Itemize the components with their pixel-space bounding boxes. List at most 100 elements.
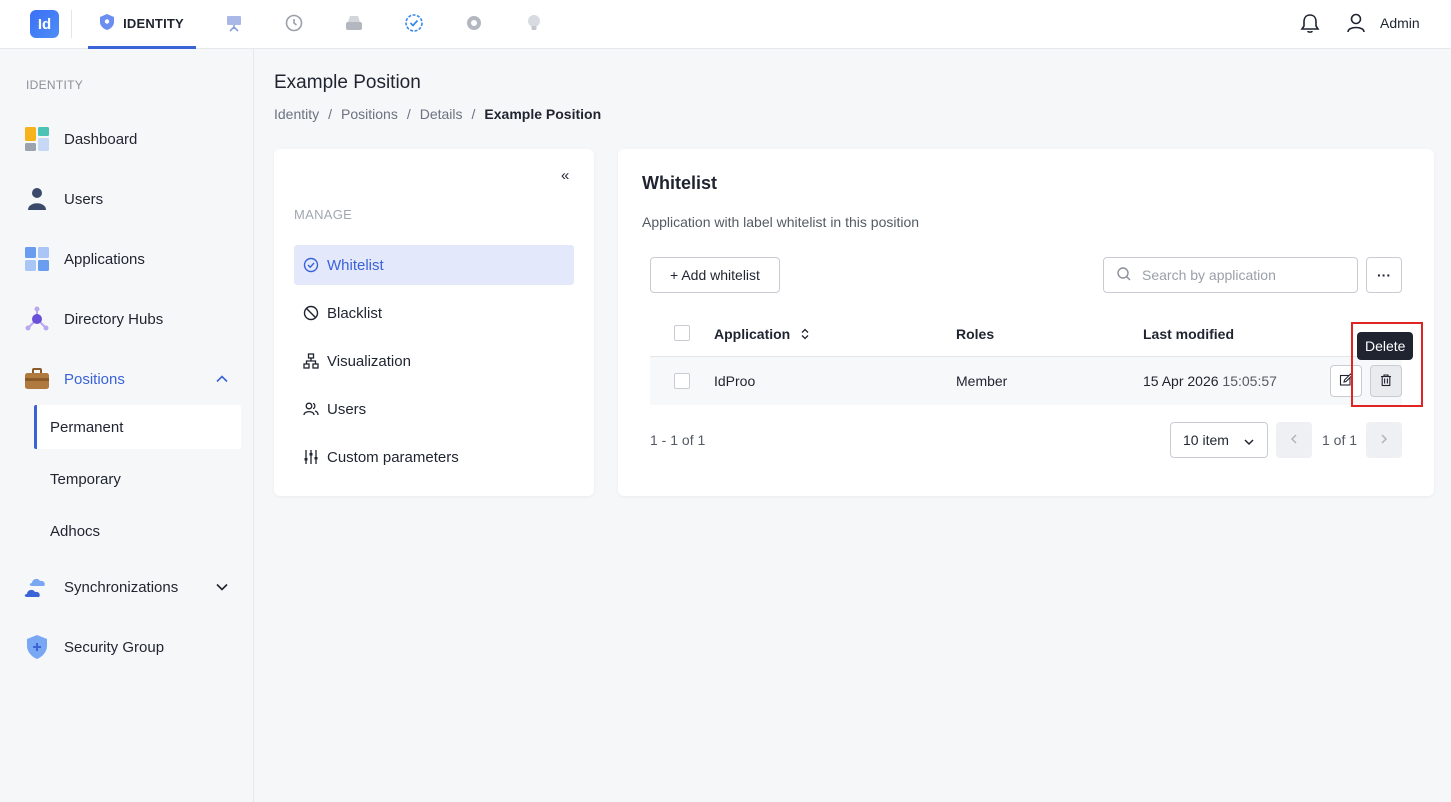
sidebar-item-label: Directory Hubs xyxy=(64,310,164,328)
sidebar-item-label: Synchronizations xyxy=(64,578,179,596)
column-header-last-modified: Last modified xyxy=(1143,326,1235,342)
collapse-button[interactable]: « xyxy=(561,167,569,184)
page-title: Example Position xyxy=(274,72,421,93)
divider xyxy=(71,10,72,38)
column-header-roles: Roles xyxy=(956,326,995,342)
page-size-value: 10 item xyxy=(1183,432,1229,448)
manage-item-whitelist[interactable]: Whitelist xyxy=(294,245,574,285)
sidebar-item-directory-hubs[interactable]: Directory Hubs xyxy=(24,302,239,336)
sidebar-item-label: Positions xyxy=(64,370,125,388)
next-page-button[interactable] xyxy=(1366,422,1402,458)
presentation-icon[interactable] xyxy=(223,12,245,34)
highlight-box xyxy=(1351,322,1423,407)
manage-item-label: Users xyxy=(327,400,367,418)
search-icon xyxy=(1116,266,1132,285)
cloud-sync-icon xyxy=(24,574,50,600)
breadcrumb: Identity / Positions / Details / Example… xyxy=(274,106,601,122)
breadcrumb-separator: / xyxy=(406,106,411,122)
manage-item-custom-parameters[interactable]: Custom parameters xyxy=(294,437,574,477)
user-icon xyxy=(24,186,50,212)
bell-icon[interactable] xyxy=(1299,12,1321,36)
sliders-icon xyxy=(303,449,319,465)
cell-application: IdProo xyxy=(714,373,756,389)
sidebar-subitem-temporary[interactable]: Temporary xyxy=(34,457,241,501)
table-header: Application Roles Last modified xyxy=(650,313,1402,357)
sort-icon[interactable] xyxy=(800,327,810,343)
more-options-button[interactable]: ··· xyxy=(1366,257,1402,293)
search-input[interactable] xyxy=(1142,267,1342,283)
row-checkbox[interactable] xyxy=(674,373,690,389)
chevron-up-icon[interactable] xyxy=(215,372,229,386)
user-avatar-icon[interactable] xyxy=(1345,11,1367,35)
applications-icon xyxy=(24,246,50,272)
sidebar-item-synchronizations[interactable]: Synchronizations xyxy=(24,570,239,604)
manage-item-users[interactable]: Users xyxy=(294,389,574,429)
app-logo[interactable]: Id xyxy=(30,10,59,38)
tab-identity-label: IDENTITY xyxy=(123,15,184,31)
chevron-down-icon[interactable] xyxy=(215,580,229,594)
drive-icon[interactable] xyxy=(343,12,365,34)
manage-panel: « MANAGE Whitelist Blacklist Visualizati… xyxy=(274,149,594,496)
cell-time: 15:05:57 xyxy=(1222,373,1277,389)
sidebar-section-title: IDENTITY xyxy=(26,78,84,92)
sidebar-item-dashboard[interactable]: Dashboard xyxy=(24,122,239,156)
page-indicator: 1 of 1 xyxy=(1322,432,1358,448)
sidebar-item-label: Users xyxy=(64,190,104,208)
prev-page-button[interactable] xyxy=(1276,422,1312,458)
check-circle-icon xyxy=(303,257,319,273)
column-header-label: Application xyxy=(714,326,791,342)
settings-icon[interactable] xyxy=(463,12,485,34)
manage-item-blacklist[interactable]: Blacklist xyxy=(294,293,574,333)
manage-item-label: Whitelist xyxy=(327,256,384,274)
section-title: Whitelist xyxy=(642,173,717,193)
ban-icon xyxy=(303,305,319,321)
sidebar-subitem-permanent[interactable]: Permanent xyxy=(34,405,241,449)
shield-icon xyxy=(100,13,115,33)
column-header-application[interactable]: Application xyxy=(714,326,810,343)
add-whitelist-button[interactable]: + Add whitelist xyxy=(650,257,780,293)
page-size-select[interactable]: 10 item xyxy=(1170,422,1268,458)
whitelist-panel: Whitelist Application with label whiteli… xyxy=(618,149,1434,496)
user-name[interactable]: Admin xyxy=(1380,15,1420,31)
chevron-left-icon xyxy=(1288,432,1300,448)
breadcrumb-details[interactable]: Details xyxy=(420,106,463,122)
breadcrumb-identity[interactable]: Identity xyxy=(274,106,319,122)
sidebar-item-label: Security Group xyxy=(64,638,165,656)
sidebar-item-security-group[interactable]: Security Group xyxy=(24,630,239,664)
manage-item-label: Blacklist xyxy=(327,304,383,322)
users-icon xyxy=(303,401,319,417)
cell-roles: Member xyxy=(956,373,1008,389)
check-badge-icon[interactable] xyxy=(403,12,425,34)
sidebar-item-label: Applications xyxy=(64,250,145,268)
sidebar-item-applications[interactable]: Applications xyxy=(24,242,239,276)
table-row: IdProo Member 15 Apr 2026 15:05:57 xyxy=(650,357,1402,405)
sidebar-item-positions[interactable]: Positions xyxy=(24,362,239,396)
breadcrumb-positions[interactable]: Positions xyxy=(341,106,398,122)
section-description: Application with label whitelist in this… xyxy=(642,214,920,230)
chevron-right-icon xyxy=(1378,432,1390,448)
shield-icon xyxy=(24,634,50,660)
hub-icon xyxy=(24,306,50,332)
briefcase-icon xyxy=(24,366,50,392)
manage-item-label: Custom parameters xyxy=(327,448,459,466)
cell-last-modified: 15 Apr 2026 15:05:57 xyxy=(1143,373,1277,389)
manage-item-visualization[interactable]: Visualization xyxy=(294,341,574,381)
breadcrumb-separator: / xyxy=(328,106,333,122)
result-count: 1 - 1 of 1 xyxy=(650,432,706,448)
lightbulb-icon[interactable] xyxy=(523,12,545,34)
breadcrumb-separator: / xyxy=(471,106,476,122)
top-bar: Id IDENTITY Admin xyxy=(0,0,1451,49)
cell-date: 15 Apr 2026 xyxy=(1143,373,1219,389)
breadcrumb-current: Example Position xyxy=(484,106,602,122)
search-box xyxy=(1103,257,1358,293)
dashboard-icon xyxy=(24,126,50,152)
history-icon[interactable] xyxy=(283,12,305,34)
manage-item-label: Visualization xyxy=(327,352,411,370)
sidebar: IDENTITY Dashboard Users Applications Di… xyxy=(0,49,254,802)
manage-section-title: MANAGE xyxy=(294,207,353,222)
select-all-checkbox[interactable] xyxy=(674,325,690,341)
sidebar-item-label: Dashboard xyxy=(64,130,138,148)
sidebar-subitem-adhocs[interactable]: Adhocs xyxy=(34,509,241,553)
sidebar-item-users[interactable]: Users xyxy=(24,182,239,216)
tab-identity[interactable]: IDENTITY xyxy=(88,0,196,49)
